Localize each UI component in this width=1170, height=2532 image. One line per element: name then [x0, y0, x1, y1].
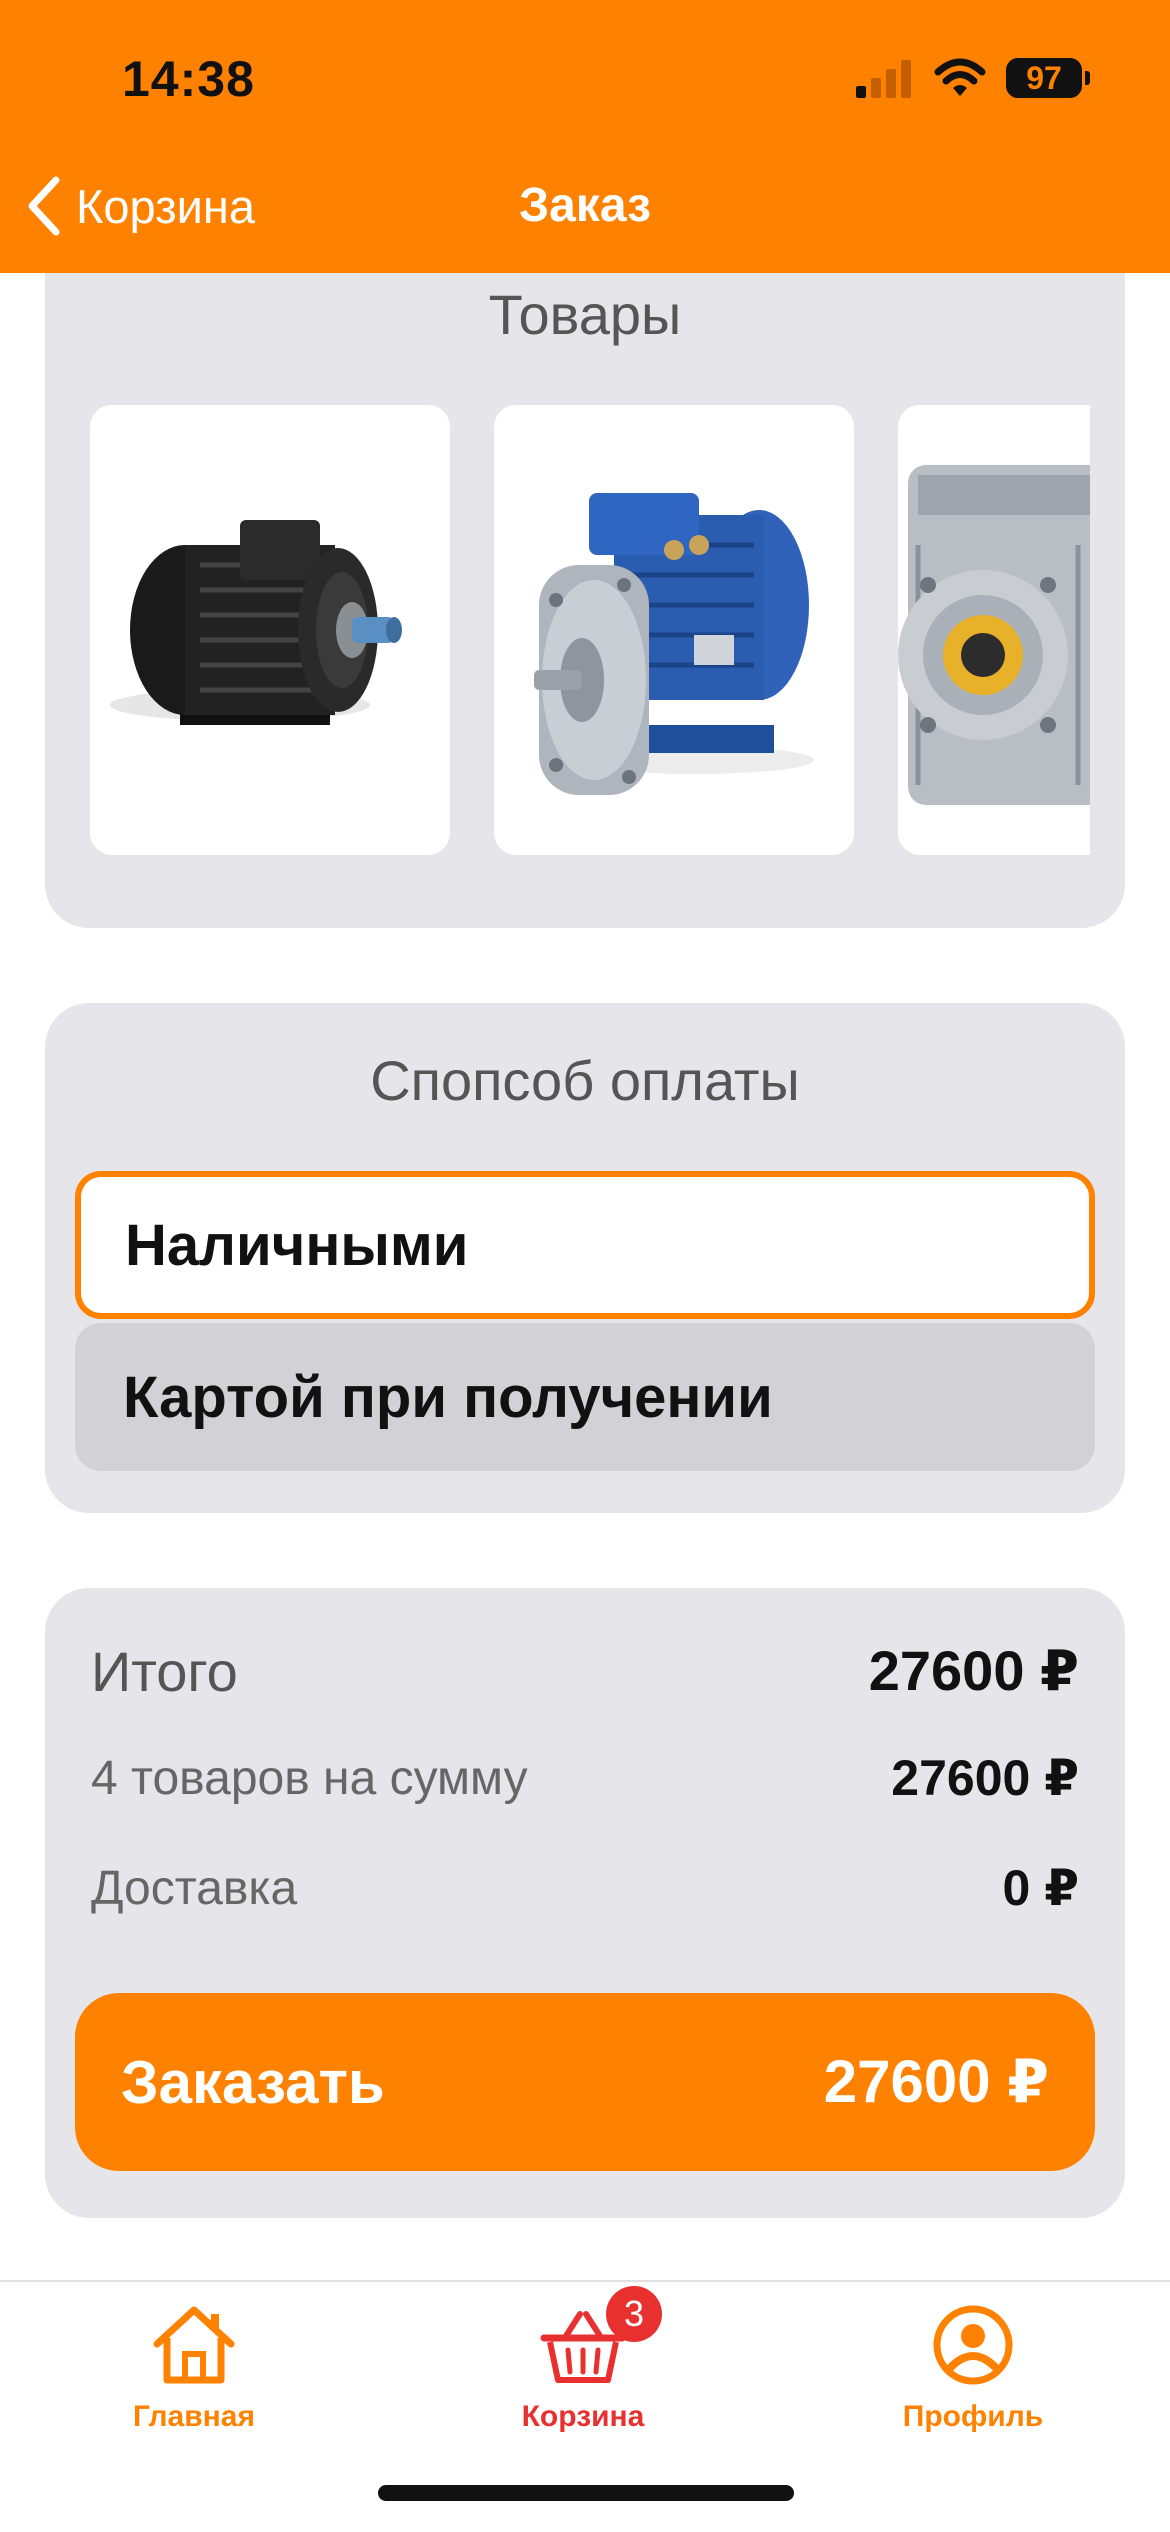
delivery-value: 0 ₽	[1002, 1860, 1080, 1916]
tab-profile-label: Профиль	[902, 2400, 1044, 2433]
battery-indicator: 97	[1006, 58, 1082, 98]
order-button-price: 27600 ₽	[823, 2048, 1049, 2115]
product-image-blue-motor[interactable]	[494, 405, 854, 855]
payment-option-card[interactable]: Картой при получении	[75, 1323, 1095, 1471]
total-value: 27600 ₽	[868, 1639, 1079, 1702]
product-image-gearbox[interactable]	[898, 405, 1090, 855]
products-carousel[interactable]	[90, 405, 1090, 855]
order-button-label: Заказать	[121, 2048, 385, 2116]
page-title: Заказ	[519, 179, 651, 232]
cart-count-badge: 3	[606, 2286, 662, 2342]
top-bar: 14:38 97 Корзина Заказ	[0, 0, 1170, 273]
payment-title: Спопсоб оплаты	[370, 1049, 800, 1112]
payment-card: Спопсоб оплаты Наличными Картой при полу…	[45, 1003, 1125, 1513]
wifi-icon	[934, 58, 986, 96]
home-indicator[interactable]	[378, 2485, 794, 2501]
battery-cap	[1085, 71, 1090, 85]
product-image-black-motor[interactable]	[90, 405, 450, 855]
items-label: 4 товаров на сумму	[91, 1751, 528, 1805]
summary-delivery-row: Доставка 0 ₽	[91, 1858, 1079, 1918]
items-value: 27600 ₽	[891, 1750, 1079, 1806]
summary-items-row: 4 товаров на сумму 27600 ₽	[91, 1748, 1079, 1808]
tab-cart-label: Корзина	[521, 2400, 645, 2433]
place-order-button[interactable]: Заказать 27600 ₽	[75, 1993, 1095, 2171]
summary-card: Итого 27600 ₽ 4 товаров на сумму 27600 ₽…	[45, 1588, 1125, 2218]
payment-option-cash[interactable]: Наличными	[75, 1171, 1095, 1319]
summary-total-row: Итого 27600 ₽	[91, 1636, 1079, 1706]
total-label: Итого	[91, 1639, 238, 1703]
home-icon	[149, 2300, 239, 2390]
tab-home[interactable]: Главная	[44, 2300, 344, 2434]
cellular-signal-icon	[856, 60, 911, 98]
tab-home-label: Главная	[132, 2400, 255, 2433]
profile-icon	[928, 2300, 1018, 2390]
basket-icon: 3	[538, 2286, 662, 2390]
products-card: Товары	[45, 200, 1125, 928]
status-indicators: 97	[854, 56, 1090, 100]
tab-profile[interactable]: Профиль	[823, 2300, 1123, 2434]
tab-cart[interactable]: 3 Корзина	[433, 2286, 733, 2434]
status-time: 14:38	[122, 51, 255, 107]
products-title: Товары	[488, 283, 682, 346]
delivery-label: Доставка	[91, 1861, 298, 1915]
